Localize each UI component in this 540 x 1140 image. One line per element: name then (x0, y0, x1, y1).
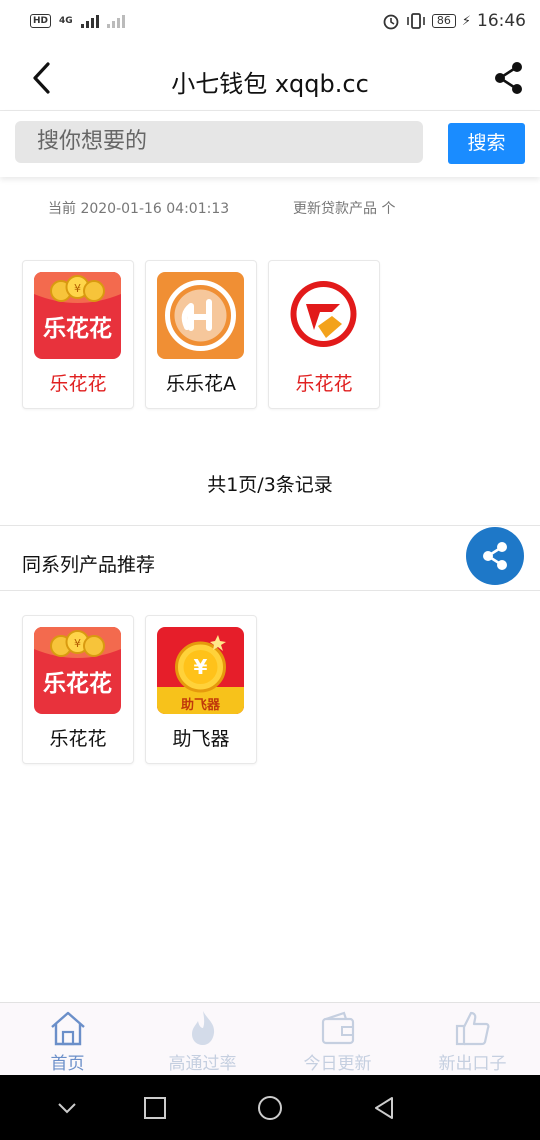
status-left: HD 4G (30, 14, 125, 28)
svg-text:¥: ¥ (74, 637, 81, 650)
share-icon[interactable] (492, 60, 526, 96)
update-count: 更新贷款产品 个 (293, 201, 396, 217)
chevron-down-icon[interactable] (56, 1097, 78, 1119)
recommend-name: 助飞器 (172, 728, 230, 750)
search-button[interactable]: 搜索 (448, 123, 525, 164)
lehuahua-icon: ¥ 乐花花 (34, 627, 121, 714)
flame-icon (192, 1011, 215, 1045)
nav-label: 首页 (50, 1054, 85, 1074)
network-type: 4G (59, 16, 73, 26)
bottom-nav: 首页 高通过率 今日更新 新出口子 (0, 1002, 540, 1076)
product-name: 乐花花 (295, 373, 353, 395)
lehuahua-icon: ¥ 乐花花 (34, 272, 121, 359)
section-title: 同系列产品推荐 (22, 554, 156, 576)
system-nav-bar (0, 1075, 540, 1140)
clock: 16:46 (477, 11, 526, 31)
svg-text:乐花花: 乐花花 (43, 671, 112, 697)
product-card[interactable]: 乐乐花A (145, 260, 257, 409)
lelehua-icon (157, 272, 244, 359)
recommend-card[interactable]: ¥ 乐花花 乐花花 (22, 615, 134, 764)
divider (0, 525, 540, 526)
vibrate-icon (407, 13, 425, 29)
nav-home[interactable]: 首页 (0, 1003, 135, 1076)
recommend-card[interactable]: ¥ 助飞器 助飞器 (145, 615, 257, 764)
svg-text:¥: ¥ (74, 282, 81, 295)
nav-high-pass[interactable]: 高通过率 (135, 1003, 270, 1076)
battery-icon: 86 (431, 14, 456, 28)
product-card[interactable]: 乐花花 (268, 260, 380, 409)
back-triangle-icon[interactable] (372, 1096, 396, 1120)
thumbs-up-icon (455, 1011, 490, 1046)
status-bar: HD 4G 86 ⚡ 16:46 (0, 0, 540, 46)
recents-square-icon[interactable] (143, 1096, 167, 1120)
status-right: 86 ⚡ 16:46 (382, 11, 526, 31)
recommend-name: 乐花花 (49, 728, 107, 750)
home-circle-icon[interactable] (257, 1095, 283, 1121)
zhufeiqi-icon: ¥ 助飞器 (157, 627, 244, 714)
current-timestamp: 当前 2020-01-16 04:01:13 (48, 201, 230, 217)
nav-label: 今日更新 (303, 1054, 372, 1074)
wallet-icon (321, 1011, 355, 1045)
alarm-icon (383, 14, 399, 30)
product-name: 乐花花 (49, 373, 107, 395)
nav-today-update[interactable]: 今日更新 (270, 1003, 405, 1076)
product-card[interactable]: ¥ 乐花花 乐花花 (22, 260, 134, 409)
signal-icon (80, 14, 99, 28)
divider (0, 590, 540, 591)
pagination-summary: 共1页/3条记录 (207, 474, 333, 496)
search-input[interactable]: 搜你想要的 (15, 121, 423, 163)
search-bar: 搜你想要的 搜索 (0, 111, 540, 177)
app-header: 小七钱包 xqqb.cc (0, 46, 540, 111)
share-fab-button[interactable] (466, 527, 524, 585)
signal-2-icon (106, 14, 125, 28)
charging-icon: ⚡ (461, 13, 471, 29)
page-title: 小七钱包 xqqb.cc (171, 70, 369, 98)
nav-new-outlets[interactable]: 新出口子 (405, 1003, 540, 1076)
lehuahua-alt-icon (280, 272, 367, 359)
zhufeiqi-icon-text: 助飞器 (180, 698, 220, 713)
nav-label: 高通过率 (168, 1054, 237, 1074)
share-icon (483, 542, 507, 570)
svg-text:乐花花: 乐花花 (43, 316, 112, 342)
nav-label: 新出口子 (438, 1054, 507, 1074)
hd-icon: HD (30, 14, 52, 28)
product-name: 乐乐花A (166, 373, 236, 395)
home-icon (51, 1011, 85, 1046)
svg-text:¥: ¥ (194, 655, 208, 679)
